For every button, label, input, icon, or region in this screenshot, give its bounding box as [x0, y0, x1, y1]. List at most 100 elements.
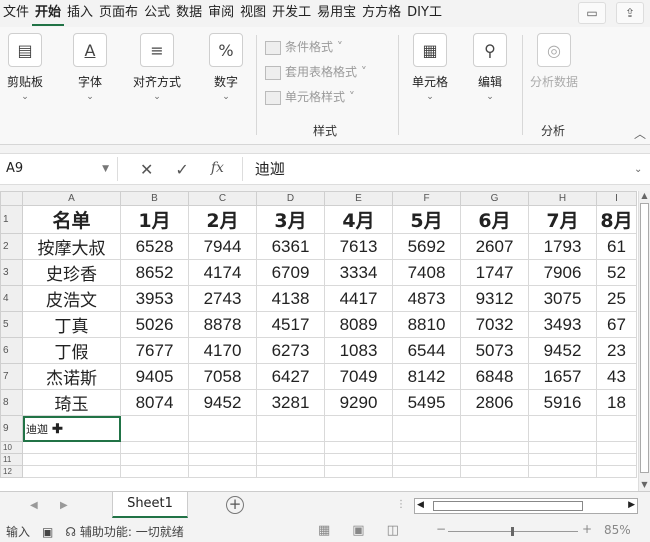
formula-input[interactable]: 迪迦 [241, 157, 634, 181]
cell[interactable]: 4170 [188, 337, 257, 364]
row-header[interactable]: 8 [0, 389, 23, 416]
cell[interactable] [256, 465, 325, 478]
row-header[interactable]: 5 [0, 311, 23, 338]
cell[interactable] [120, 415, 189, 442]
tab-view[interactable]: 视图 [237, 0, 269, 26]
conditional-format-button[interactable]: 条件格式 ˅ [265, 35, 367, 60]
row-header[interactable]: 3 [0, 259, 23, 286]
header-cell[interactable]: 2月 [188, 205, 257, 234]
cell[interactable] [188, 415, 257, 442]
cell[interactable]: 5916 [528, 389, 597, 416]
cell[interactable]: 7049 [324, 363, 393, 390]
cell[interactable]: 1657 [528, 363, 597, 390]
cell[interactable] [256, 453, 325, 466]
cell[interactable] [460, 441, 529, 454]
cell[interactable]: 2806 [460, 389, 529, 416]
row-header[interactable]: 2 [0, 233, 23, 260]
cell[interactable]: 5692 [392, 233, 461, 260]
scroll-thumb[interactable] [433, 501, 583, 511]
cell[interactable]: 皮浩文 [22, 285, 121, 312]
scroll-up-icon[interactable]: ▲ [639, 191, 650, 202]
row-header[interactable]: 9 [0, 415, 23, 442]
cell[interactable]: 按摩大叔 [22, 233, 121, 260]
clipboard-group[interactable]: ▤ 剪贴板 ⌄ [0, 33, 50, 102]
column-header[interactable]: E [324, 191, 393, 206]
scroll-right-icon[interactable]: ▶ [628, 500, 635, 510]
cell[interactable]: 4417 [324, 285, 393, 312]
page-break-view-icon[interactable]: ◫ [387, 523, 399, 538]
cell[interactable] [188, 453, 257, 466]
cell[interactable]: 4138 [256, 285, 325, 312]
cell[interactable]: 9452 [528, 337, 597, 364]
cell[interactable]: 4174 [188, 259, 257, 286]
share-icon[interactable]: ⇪ [616, 2, 644, 24]
cell[interactable]: 8878 [188, 311, 257, 338]
align-group[interactable]: ≡ 对齐方式 ⌄ [126, 33, 188, 102]
cell[interactable]: 9312 [460, 285, 529, 312]
font-group[interactable]: A 字体 ⌄ [68, 33, 112, 102]
tab-insert[interactable]: 插入 [64, 0, 96, 26]
zoom-in-icon[interactable]: + [582, 522, 592, 536]
next-sheet-icon[interactable]: ▶ [60, 500, 68, 511]
cell[interactable]: 丁真 [22, 311, 121, 338]
cell[interactable]: 2607 [460, 233, 529, 260]
cell[interactable]: 6361 [256, 233, 325, 260]
cell[interactable] [596, 453, 637, 466]
column-header[interactable]: D [256, 191, 325, 206]
cell[interactable]: 1793 [528, 233, 597, 260]
tab-review[interactable]: 审阅 [205, 0, 237, 26]
column-header[interactable]: B [120, 191, 189, 206]
cell[interactable]: 7906 [528, 259, 597, 286]
more-icon[interactable]: ⋮ [396, 499, 406, 510]
cell[interactable] [460, 453, 529, 466]
cell[interactable] [120, 453, 189, 466]
cell-styles-button[interactable]: 单元格样式 ˅ [265, 85, 367, 110]
cell[interactable] [324, 415, 393, 442]
cell[interactable]: 3334 [324, 259, 393, 286]
cell[interactable]: 8810 [392, 311, 461, 338]
cell[interactable]: 61 [596, 233, 637, 260]
cell[interactable]: 7677 [120, 337, 189, 364]
row-header[interactable]: 7 [0, 363, 23, 390]
tab-page-layout[interactable]: 页面布 [96, 0, 141, 26]
cell[interactable]: 杰诺斯 [22, 363, 121, 390]
cell[interactable] [528, 465, 597, 478]
cell[interactable] [596, 415, 637, 442]
cell[interactable]: 6544 [392, 337, 461, 364]
header-cell[interactable]: 4月 [324, 205, 393, 234]
header-cell[interactable]: 5月 [392, 205, 461, 234]
header-cell[interactable]: 名单 [22, 205, 121, 234]
cell[interactable] [324, 465, 393, 478]
cell[interactable]: 6848 [460, 363, 529, 390]
cell[interactable] [528, 415, 597, 442]
zoom-level[interactable]: 85% [604, 523, 631, 537]
vertical-scrollbar[interactable]: ▲ ▼ [638, 191, 650, 491]
cell[interactable]: 3075 [528, 285, 597, 312]
cell[interactable]: 43 [596, 363, 637, 390]
cell[interactable]: 52 [596, 259, 637, 286]
tab-fangfangge[interactable]: 方方格 [359, 0, 404, 26]
tab-yiyongbao[interactable]: 易用宝 [314, 0, 359, 26]
cell[interactable] [528, 441, 597, 454]
cell[interactable]: 3953 [120, 285, 189, 312]
cell[interactable] [392, 453, 461, 466]
cell[interactable]: 6273 [256, 337, 325, 364]
tab-formulas[interactable]: 公式 [141, 0, 173, 26]
cell[interactable]: 25 [596, 285, 637, 312]
active-cell[interactable]: 迪迦 ✚ [22, 415, 121, 442]
cell[interactable]: 4517 [256, 311, 325, 338]
cell[interactable] [596, 441, 637, 454]
header-cell[interactable]: 3月 [256, 205, 325, 234]
analyze-data-button[interactable]: ◎ 分析数据 [530, 33, 578, 91]
collapse-ribbon-icon[interactable]: ︿ [634, 125, 646, 142]
name-box[interactable]: A9 ▼ [0, 157, 118, 181]
cell[interactable]: 8142 [392, 363, 461, 390]
horizontal-scrollbar[interactable]: ◀ ▶ [414, 498, 638, 514]
zoom-knob[interactable] [511, 527, 514, 536]
page-layout-view-icon[interactable]: ▣ [352, 523, 364, 538]
sheet-tab[interactable]: Sheet1 [112, 492, 188, 518]
cell[interactable]: 7058 [188, 363, 257, 390]
cell[interactable]: 9290 [324, 389, 393, 416]
column-header[interactable]: C [188, 191, 257, 206]
scroll-thumb[interactable] [640, 203, 649, 473]
